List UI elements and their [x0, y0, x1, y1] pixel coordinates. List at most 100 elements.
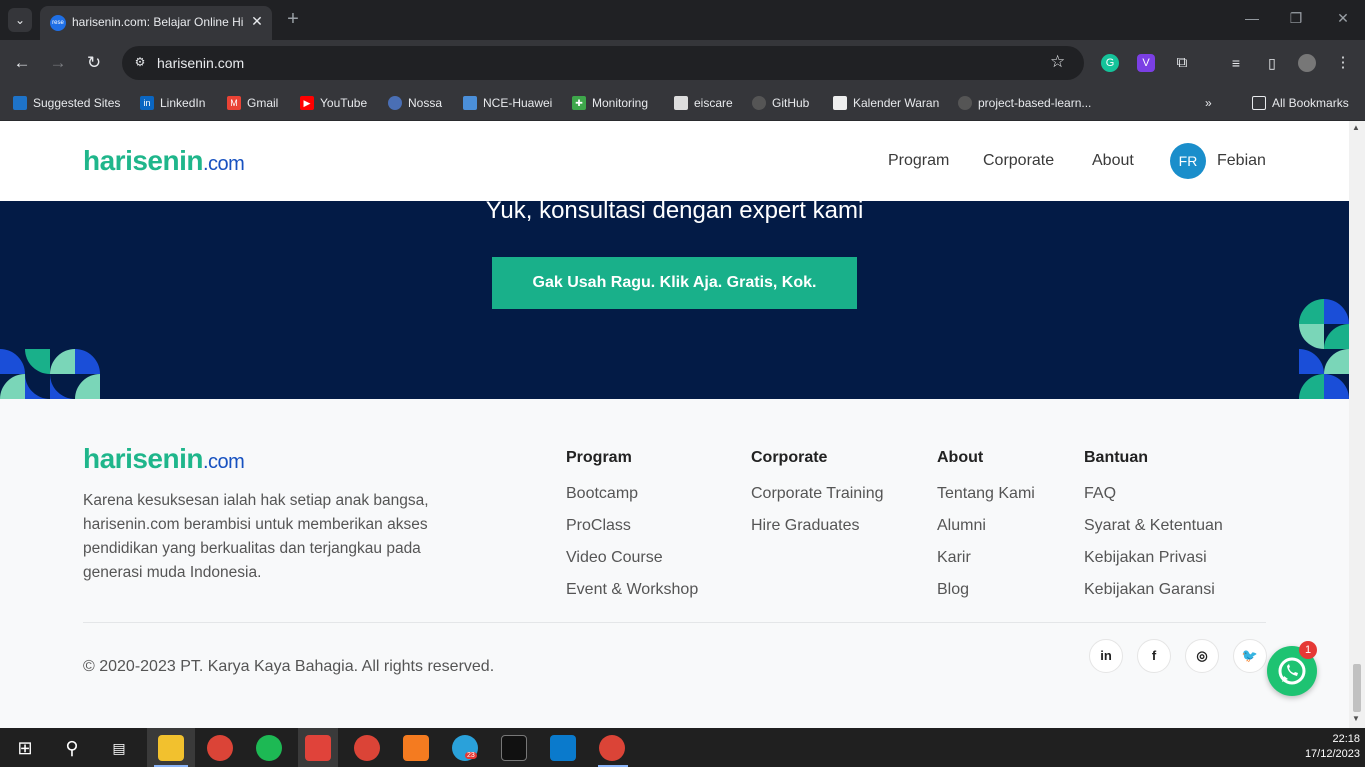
browser-tab-bar: ⌄ rese harisenin.com: Belajar Online Hi …: [0, 0, 1365, 40]
footer-link-event-workshop[interactable]: Event & Workshop: [566, 581, 698, 599]
bookmark-star-icon[interactable]: ☆: [1050, 52, 1065, 72]
user-name[interactable]: Febian: [1217, 152, 1266, 170]
search-icon[interactable]: ⚲: [59, 735, 85, 761]
whatsapp-notification-badge: 1: [1299, 641, 1317, 659]
decorative-shapes-left: [0, 349, 100, 399]
file-explorer-icon[interactable]: [158, 735, 184, 761]
bookmark-github[interactable]: GitHub: [752, 93, 809, 113]
scroll-thumb[interactable]: [1353, 664, 1361, 712]
chrome-icon[interactable]: [207, 735, 233, 761]
footer-link-proclass[interactable]: ProClass: [566, 517, 631, 535]
footer-link-kebijakan-garansi[interactable]: Kebijakan Garansi: [1084, 581, 1215, 599]
bookmark-monitoring[interactable]: ✚ Monitoring: [572, 93, 648, 113]
side-panel-icon[interactable]: ▯: [1263, 54, 1281, 72]
facebook-social-icon[interactable]: f: [1137, 639, 1171, 673]
menu-icon[interactable]: ⋮: [1334, 54, 1352, 72]
back-icon[interactable]: ←: [10, 51, 34, 75]
new-tab-button[interactable]: +: [282, 8, 304, 30]
footer-divider: [83, 622, 1266, 623]
footer-link-alumni[interactable]: Alumni: [937, 517, 986, 535]
github-icon: [752, 96, 766, 110]
browser-tab[interactable]: rese harisenin.com: Belajar Online Hi ✕: [40, 6, 272, 40]
youtube-icon: ▶: [300, 96, 314, 110]
nav-corporate[interactable]: Corporate: [983, 152, 1054, 170]
folder-icon: [1252, 96, 1266, 110]
site-favicon-icon: rese: [50, 15, 66, 31]
reload-icon[interactable]: ↻: [82, 51, 106, 75]
windows-start-icon[interactable]: ⊞: [12, 735, 38, 761]
footer-heading-bantuan: Bantuan: [1084, 449, 1148, 466]
footer-link-hire-graduates[interactable]: Hire Graduates: [751, 517, 860, 535]
consultation-banner: Yuk, konsultasi dengan expert kami Gak U…: [0, 201, 1349, 399]
app-red-icon[interactable]: [305, 735, 331, 761]
monitoring-icon: ✚: [572, 96, 586, 110]
footer-link-blog[interactable]: Blog: [937, 581, 969, 599]
url-text[interactable]: harisenin.com: [157, 55, 244, 71]
footer-link-syarat-ketentuan[interactable]: Syarat & Ketentuan: [1084, 517, 1223, 535]
spotify-icon[interactable]: [256, 735, 282, 761]
bookmark-gmail[interactable]: M Gmail: [227, 93, 278, 113]
chrome-active-icon[interactable]: [599, 735, 625, 761]
user-avatar[interactable]: FR: [1170, 143, 1206, 179]
minimize-icon[interactable]: —: [1242, 10, 1262, 26]
close-window-icon[interactable]: ✕: [1333, 10, 1353, 27]
media-control-icon[interactable]: ≡: [1227, 54, 1245, 72]
bookmark-nossa[interactable]: Nossa: [388, 93, 442, 113]
nav-about[interactable]: About: [1092, 152, 1134, 170]
address-bar[interactable]: ⚙ harisenin.com ☆: [122, 46, 1084, 80]
footer-link-video-course[interactable]: Video Course: [566, 549, 663, 567]
chrome-profile-icon[interactable]: [354, 735, 380, 761]
footer-link-faq[interactable]: FAQ: [1084, 485, 1116, 503]
bookmark-youtube[interactable]: ▶ YouTube: [300, 93, 367, 113]
system-clock[interactable]: 22:18 17/12/2023: [1290, 732, 1360, 762]
more-bookmarks-icon[interactable]: »: [1205, 93, 1212, 113]
terminal-icon[interactable]: [501, 735, 527, 761]
footer-link-kebijakan-privasi[interactable]: Kebijakan Privasi: [1084, 549, 1207, 567]
footer-link-karir[interactable]: Karir: [937, 549, 971, 567]
xampp-icon[interactable]: [403, 735, 429, 761]
extensions-icon[interactable]: ⧉: [1173, 54, 1191, 72]
footer-heading-program: Program: [566, 449, 632, 466]
bookmark-project-based[interactable]: project-based-learn...: [958, 93, 1091, 113]
bookmark-suggested-sites[interactable]: Suggested Sites: [13, 93, 120, 113]
footer-link-bootcamp[interactable]: Bootcamp: [566, 485, 638, 503]
profile-avatar-icon[interactable]: [1298, 54, 1316, 72]
instagram-social-icon[interactable]: ◎: [1185, 639, 1219, 673]
vscode-icon[interactable]: [550, 735, 576, 761]
bookmark-linkedin[interactable]: in LinkedIn: [140, 93, 205, 113]
site-header: harisenin.com Program Corporate About FR…: [0, 121, 1349, 201]
decorative-shapes-right: [1299, 299, 1349, 399]
linkedin-icon: in: [140, 96, 154, 110]
scroll-down-icon[interactable]: ▼: [1352, 714, 1360, 723]
forward-icon[interactable]: →: [46, 51, 70, 75]
task-view-icon[interactable]: ▤: [106, 735, 132, 761]
tab-search-button[interactable]: ⌄: [8, 8, 32, 32]
tab-title: harisenin.com: Belajar Online Hi: [72, 15, 244, 29]
linkedin-social-icon[interactable]: in: [1089, 639, 1123, 673]
grammarly-icon[interactable]: G: [1101, 54, 1119, 72]
bookmark-nce-huawei[interactable]: NCE-Huawei: [463, 93, 552, 113]
banner-heading: Yuk, konsultasi dengan expert kami: [485, 201, 864, 224]
page-scrollbar[interactable]: ▲ ▼: [1349, 121, 1365, 728]
nav-program[interactable]: Program: [888, 152, 949, 170]
bookmark-eiscare[interactable]: eiscare: [674, 93, 733, 113]
extension-v-icon[interactable]: V: [1137, 54, 1155, 72]
eiscare-icon: [674, 96, 688, 110]
site-info-icon[interactable]: ⚙: [132, 55, 148, 71]
footer-heading-corporate: Corporate: [751, 449, 828, 466]
suggested-sites-icon: [13, 96, 27, 110]
bookmark-kalender-waran[interactable]: Kalender Waran: [833, 93, 939, 113]
copyright-text: © 2020-2023 PT. Karya Kaya Bahagia. All …: [83, 658, 495, 675]
restore-icon[interactable]: ❐: [1286, 10, 1306, 27]
footer-about-text: Karena kesuksesan ialah hak setiap anak …: [83, 492, 429, 581]
footer-link-corporate-training[interactable]: Corporate Training: [751, 485, 884, 503]
close-tab-icon[interactable]: ✕: [248, 12, 266, 30]
twitter-social-icon[interactable]: 🐦: [1233, 639, 1267, 673]
footer-logo[interactable]: harisenin.com: [83, 443, 245, 475]
scroll-up-icon[interactable]: ▲: [1352, 123, 1360, 132]
all-bookmarks[interactable]: All Bookmarks: [1252, 93, 1349, 113]
consultation-cta-button[interactable]: Gak Usah Ragu. Klik Aja. Gratis, Kok.: [492, 257, 857, 309]
nossa-icon: [388, 96, 402, 110]
footer-link-tentang-kami[interactable]: Tentang Kami: [937, 485, 1035, 503]
header-logo[interactable]: harisenin.com: [83, 145, 245, 177]
